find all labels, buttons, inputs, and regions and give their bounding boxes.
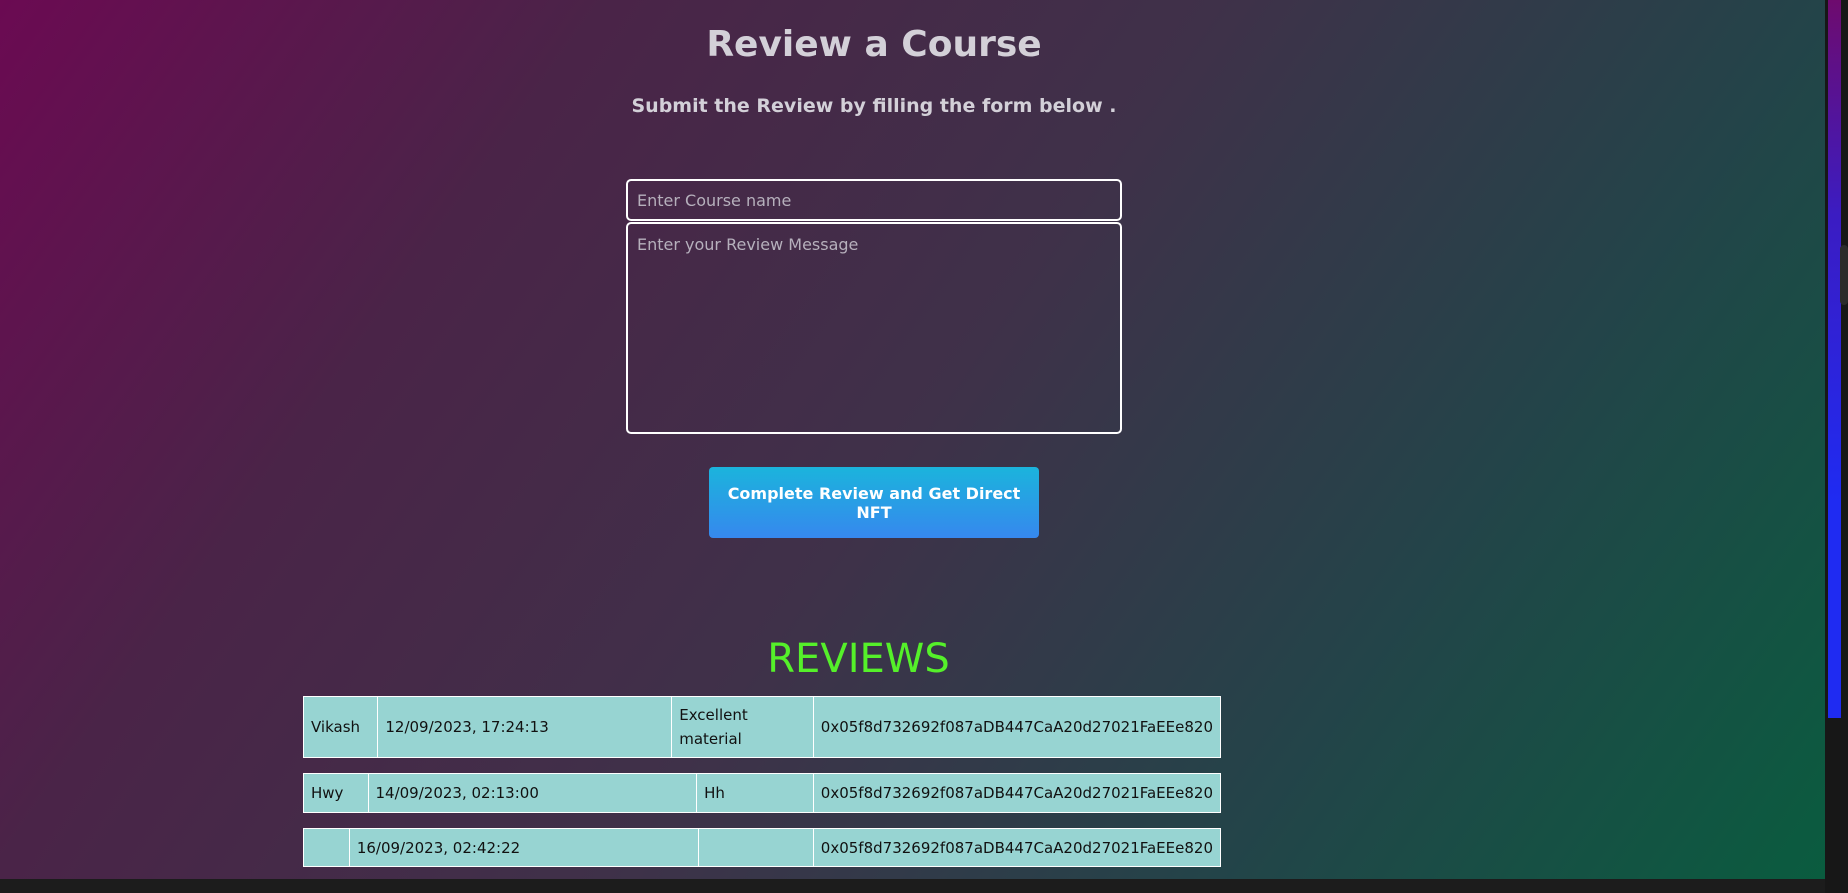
table-row: 16/09/2023, 02:42:22 0x05f8d732692f087aD… bbox=[303, 828, 1222, 867]
table-row: Vikash 12/09/2023, 17:24:13 Excellent ma… bbox=[302, 696, 1222, 758]
page-title: Review a Course bbox=[706, 24, 1042, 65]
review-name-cell: Hwy bbox=[303, 773, 369, 813]
review-message-cell: Excellent material bbox=[671, 696, 814, 758]
reviews-heading: REVIEWS bbox=[767, 636, 950, 682]
review-row-table: Vikash 12/09/2023, 17:24:13 Excellent ma… bbox=[302, 696, 1222, 758]
review-address-cell: 0x05f8d732692f087aDB447CaA20d27021FaEEe8… bbox=[812, 828, 1222, 867]
review-row-table: Hwy 14/09/2023, 02:13:00 Hh 0x05f8d73269… bbox=[303, 773, 1222, 813]
review-name-cell bbox=[303, 828, 350, 867]
review-address-cell: 0x05f8d732692f087aDB447CaA20d27021FaEEe8… bbox=[812, 773, 1222, 813]
review-name-cell: Vikash bbox=[302, 696, 379, 758]
review-timestamp-cell: 14/09/2023, 02:13:00 bbox=[367, 773, 698, 813]
review-row-table: 16/09/2023, 02:42:22 0x05f8d732692f087aD… bbox=[303, 828, 1222, 867]
review-timestamp-cell: 12/09/2023, 17:24:13 bbox=[377, 696, 673, 758]
review-timestamp-cell: 16/09/2023, 02:42:22 bbox=[348, 828, 699, 867]
page-viewport: Review a Course Submit the Review by fil… bbox=[0, 0, 1825, 879]
review-message-cell: Hh bbox=[696, 773, 814, 813]
review-message-cell bbox=[697, 828, 814, 867]
scrollbar-thumb[interactable] bbox=[1828, 0, 1841, 718]
review-address-cell: 0x05f8d732692f087aDB447CaA20d27021FaEEe8… bbox=[812, 696, 1222, 758]
submit-review-button[interactable]: Complete Review and Get Direct NFT bbox=[709, 467, 1039, 538]
course-name-input[interactable] bbox=[626, 179, 1122, 221]
page-subtitle: Submit the Review by filling the form be… bbox=[631, 95, 1117, 117]
scrollbar-handle[interactable] bbox=[1840, 245, 1848, 305]
table-row: Hwy 14/09/2023, 02:13:00 Hh 0x05f8d73269… bbox=[303, 773, 1222, 813]
review-message-textarea[interactable] bbox=[626, 222, 1122, 434]
bottom-bar bbox=[0, 879, 1825, 893]
